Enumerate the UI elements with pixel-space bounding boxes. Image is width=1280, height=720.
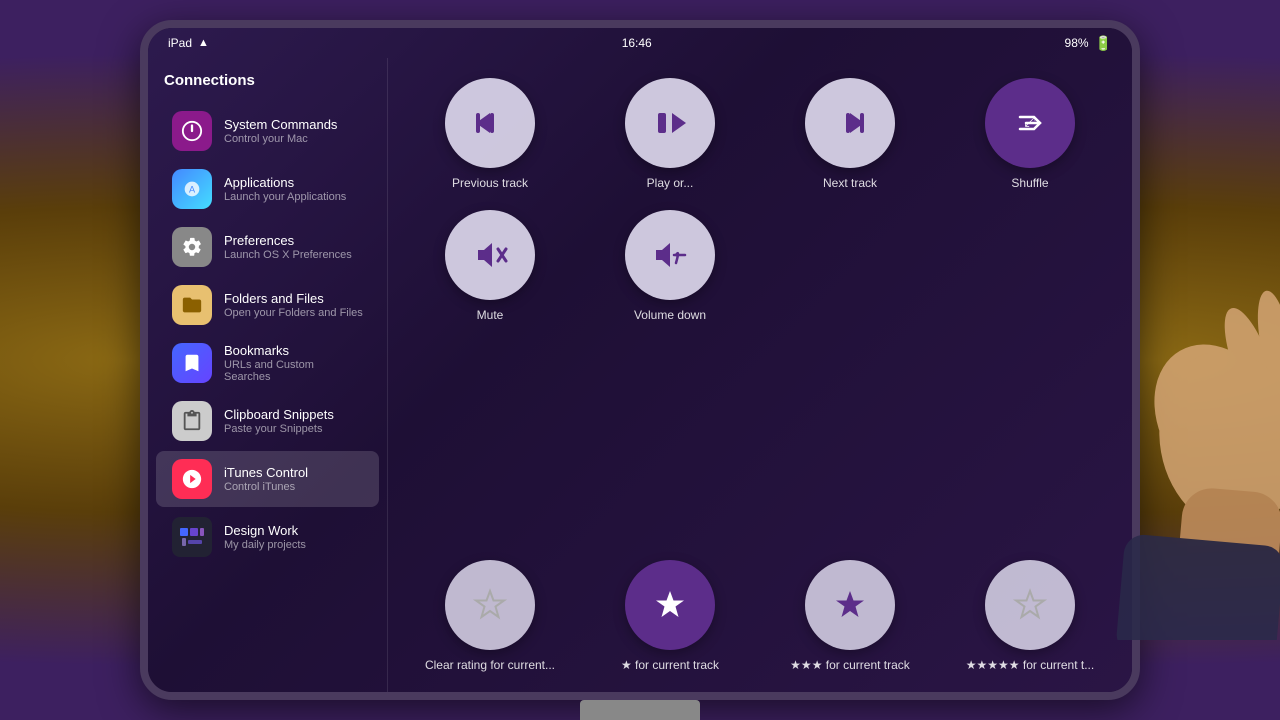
bookmarks-icon bbox=[172, 343, 212, 383]
design-icon bbox=[172, 517, 212, 557]
main-content: Connections System Commands Control your… bbox=[148, 58, 1132, 692]
bookmarks-subtitle: URLs and Custom Searches bbox=[224, 359, 363, 383]
status-left: iPad ▲ bbox=[168, 36, 209, 50]
three-star-circle bbox=[805, 560, 895, 650]
clear-rating-button[interactable]: Clear rating for current... bbox=[408, 560, 572, 672]
svg-text:A: A bbox=[189, 185, 196, 195]
next-track-button[interactable]: Next track bbox=[768, 78, 932, 190]
ipad-screen: iPad ▲ 16:46 98% 🔋 Connections S bbox=[148, 28, 1132, 692]
sidebar-item-clipboard[interactable]: Clipboard Snippets Paste your Snippets bbox=[156, 393, 379, 449]
volume-down-button[interactable]: Volume down bbox=[588, 210, 752, 322]
previous-track-label: Previous track bbox=[452, 176, 528, 190]
applications-subtitle: Launch your Applications bbox=[224, 191, 346, 203]
folders-subtitle: Open your Folders and Files bbox=[224, 307, 363, 319]
mute-circle bbox=[445, 210, 535, 300]
bookmarks-title: Bookmarks bbox=[224, 343, 363, 358]
system-commands-title: System Commands bbox=[224, 117, 337, 132]
ipad-label: iPad bbox=[168, 36, 192, 50]
next-track-circle bbox=[805, 78, 895, 168]
empty-slot-2 bbox=[948, 210, 1112, 322]
folders-title: Folders and Files bbox=[224, 291, 363, 306]
five-star-button[interactable]: ★★★★★ for current t... bbox=[948, 560, 1112, 672]
mute-label: Mute bbox=[477, 308, 504, 322]
sidebar-item-system-commands[interactable]: System Commands Control your Mac bbox=[156, 103, 379, 159]
preferences-icon bbox=[172, 227, 212, 267]
play-pause-button[interactable]: Play or... bbox=[588, 78, 752, 190]
status-right: 98% 🔋 bbox=[1065, 35, 1112, 52]
rating-buttons-grid: Clear rating for current... ★ for curren… bbox=[408, 560, 1112, 672]
folders-icon bbox=[172, 285, 212, 325]
svg-text:⤢: ⤢ bbox=[1024, 113, 1035, 129]
next-track-label: Next track bbox=[823, 176, 877, 190]
sidebar-item-folders[interactable]: Folders and Files Open your Folders and … bbox=[156, 277, 379, 333]
content-area: Vero's iMac Previous track bbox=[388, 58, 1132, 692]
battery-percent: 98% bbox=[1065, 36, 1089, 50]
sidebar-item-bookmarks[interactable]: Bookmarks URLs and Custom Searches bbox=[156, 335, 379, 391]
itunes-subtitle: Control iTunes bbox=[224, 481, 308, 493]
clipboard-icon bbox=[172, 401, 212, 441]
sidebar-item-applications[interactable]: A Applications Launch your Applications bbox=[156, 161, 379, 217]
empty-slot-1 bbox=[768, 210, 932, 322]
sidebar-item-design[interactable]: Design Work My daily projects bbox=[156, 509, 379, 565]
clear-rating-circle bbox=[445, 560, 535, 650]
system-commands-icon bbox=[172, 111, 212, 151]
status-bar: iPad ▲ 16:46 98% 🔋 bbox=[148, 28, 1132, 58]
three-star-label: ★★★ for current track bbox=[790, 658, 910, 672]
play-pause-label: Play or... bbox=[647, 176, 694, 190]
itunes-title: iTunes Control bbox=[224, 465, 308, 480]
clipboard-subtitle: Paste your Snippets bbox=[224, 423, 334, 435]
sidebar: Connections System Commands Control your… bbox=[148, 58, 388, 692]
status-time: 16:46 bbox=[622, 36, 652, 50]
five-star-label: ★★★★★ for current t... bbox=[966, 658, 1094, 672]
clear-rating-label: Clear rating for current... bbox=[425, 658, 555, 672]
previous-track-circle bbox=[445, 78, 535, 168]
one-star-button[interactable]: ★ for current track bbox=[588, 560, 752, 672]
shuffle-circle: ⤢ bbox=[985, 78, 1075, 168]
wifi-icon: ▲ bbox=[198, 37, 209, 49]
one-star-circle bbox=[625, 560, 715, 650]
volume-buttons-grid: Mute Volume down bbox=[408, 210, 1112, 322]
volume-down-label: Volume down bbox=[634, 308, 706, 322]
five-star-circle bbox=[985, 560, 1075, 650]
play-pause-circle bbox=[625, 78, 715, 168]
previous-track-button[interactable]: Previous track bbox=[408, 78, 572, 190]
ipad-stand bbox=[580, 700, 700, 720]
control-buttons-grid: Previous track Play or... bbox=[408, 78, 1112, 190]
rating-buttons-section: Clear rating for current... ★ for curren… bbox=[408, 560, 1112, 672]
clipboard-title: Clipboard Snippets bbox=[224, 407, 334, 422]
one-star-label: ★ for current track bbox=[621, 658, 719, 672]
applications-icon: A bbox=[172, 169, 212, 209]
volume-buttons-section: Mute Volume down bbox=[408, 210, 1112, 322]
preferences-subtitle: Launch OS X Preferences bbox=[224, 249, 352, 261]
itunes-icon bbox=[172, 459, 212, 499]
battery-icon: 🔋 bbox=[1095, 35, 1112, 52]
applications-title: Applications bbox=[224, 175, 346, 190]
sidebar-item-preferences[interactable]: Preferences Launch OS X Preferences bbox=[156, 219, 379, 275]
design-subtitle: My daily projects bbox=[224, 539, 306, 551]
three-star-button[interactable]: ★★★ for current track bbox=[768, 560, 932, 672]
control-buttons-section: Previous track Play or... bbox=[408, 78, 1112, 190]
mute-button[interactable]: Mute bbox=[408, 210, 572, 322]
connections-header: Connections bbox=[148, 68, 387, 101]
shuffle-label: Shuffle bbox=[1011, 176, 1048, 190]
design-title: Design Work bbox=[224, 523, 306, 538]
volume-down-circle bbox=[625, 210, 715, 300]
sidebar-item-itunes[interactable]: iTunes Control Control iTunes bbox=[156, 451, 379, 507]
preferences-title: Preferences bbox=[224, 233, 352, 248]
system-commands-subtitle: Control your Mac bbox=[224, 133, 337, 145]
ipad-frame: iPad ▲ 16:46 98% 🔋 Connections S bbox=[140, 20, 1140, 700]
shuffle-button[interactable]: ⤢ Shuffle bbox=[948, 78, 1112, 190]
